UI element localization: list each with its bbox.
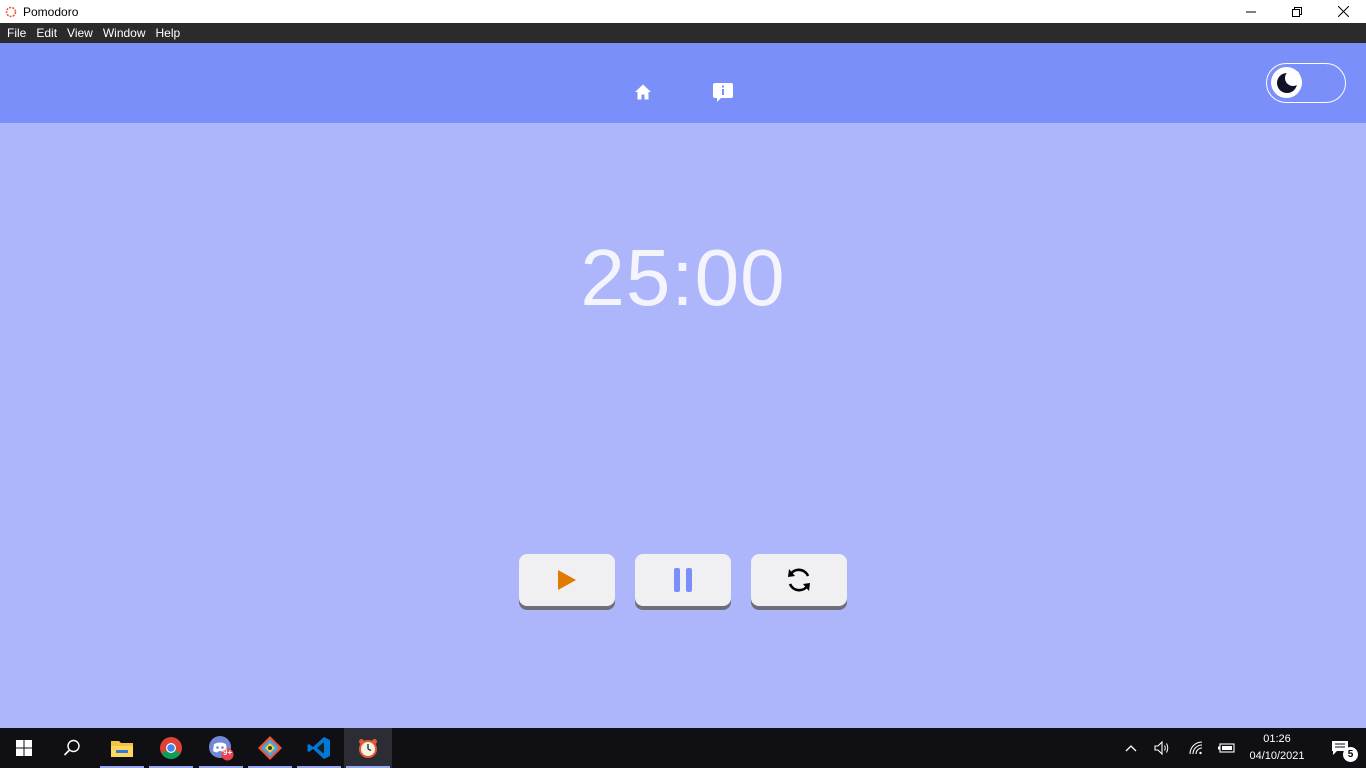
pomodoro-app-icon — [4, 5, 18, 19]
taskbar-pomodoro[interactable] — [344, 728, 392, 768]
info-icon — [713, 83, 733, 102]
toggle-knob — [1271, 67, 1302, 98]
menu-view[interactable]: View — [62, 23, 98, 43]
tray-battery[interactable] — [1213, 728, 1241, 768]
taskbar-clock[interactable]: 01:26 04/10/2021 — [1244, 728, 1310, 768]
info-nav-button[interactable] — [711, 80, 735, 104]
window-title: Pomodoro — [23, 4, 79, 19]
reset-button[interactable] — [751, 554, 847, 606]
moon-icon — [1276, 70, 1299, 93]
search-icon — [63, 739, 80, 756]
volume-icon — [1154, 741, 1169, 755]
taskbar: 9+ 01:26 04/10/2021 5 — [0, 728, 1366, 768]
menu-help[interactable]: Help — [151, 23, 186, 43]
windows-start-icon — [16, 740, 32, 756]
tray-volume[interactable] — [1148, 728, 1176, 768]
git-icon — [258, 736, 282, 760]
taskbar-git[interactable] — [246, 728, 294, 768]
wifi-icon — [1189, 741, 1203, 755]
pause-icon — [674, 568, 692, 592]
clock-time: 01:26 — [1263, 733, 1291, 745]
taskbar-search-button[interactable] — [48, 728, 96, 768]
timer-display: 25:00 — [580, 233, 786, 322]
taskbar-vscode[interactable] — [295, 728, 343, 768]
menu-edit[interactable]: Edit — [31, 23, 62, 43]
reset-icon — [788, 568, 810, 592]
discord-notification-badge: 9+ — [223, 748, 233, 757]
pomodoro-icon — [359, 739, 377, 758]
chrome-icon — [160, 737, 182, 759]
theme-toggle[interactable] — [1266, 63, 1346, 103]
vscode-icon — [307, 737, 330, 759]
timer-controls — [519, 554, 847, 606]
close-button[interactable] — [1320, 0, 1366, 23]
close-icon — [1337, 6, 1349, 17]
minimize-icon — [1246, 11, 1256, 12]
minimize-button[interactable] — [1228, 0, 1274, 23]
tray-network[interactable] — [1182, 728, 1210, 768]
home-nav-button[interactable] — [631, 80, 655, 104]
start-button[interactable] — [0, 728, 48, 768]
action-center-button[interactable]: 5 — [1320, 728, 1360, 768]
file-explorer-icon — [111, 741, 133, 757]
menu-file[interactable]: File — [2, 23, 31, 43]
start-button[interactable] — [519, 554, 615, 606]
taskbar-chrome[interactable] — [147, 728, 195, 768]
clock-date: 04/10/2021 — [1249, 750, 1305, 762]
home-icon — [635, 84, 651, 100]
menu-bar: File Edit View Window Help — [0, 23, 1366, 43]
taskbar-file-explorer[interactable] — [98, 728, 146, 768]
pause-button[interactable] — [635, 554, 731, 606]
chevron-up-icon — [1125, 745, 1137, 752]
restore-icon — [1292, 6, 1302, 17]
restore-button[interactable] — [1274, 0, 1320, 23]
notification-count-badge: 5 — [1343, 747, 1358, 762]
play-icon — [558, 570, 576, 590]
app-header — [0, 43, 1366, 123]
tray-show-hidden[interactable] — [1117, 728, 1145, 768]
window-title-bar: Pomodoro — [0, 0, 1366, 23]
taskbar-discord[interactable]: 9+ — [197, 728, 245, 768]
battery-icon — [1218, 743, 1235, 753]
menu-window[interactable]: Window — [98, 23, 151, 43]
